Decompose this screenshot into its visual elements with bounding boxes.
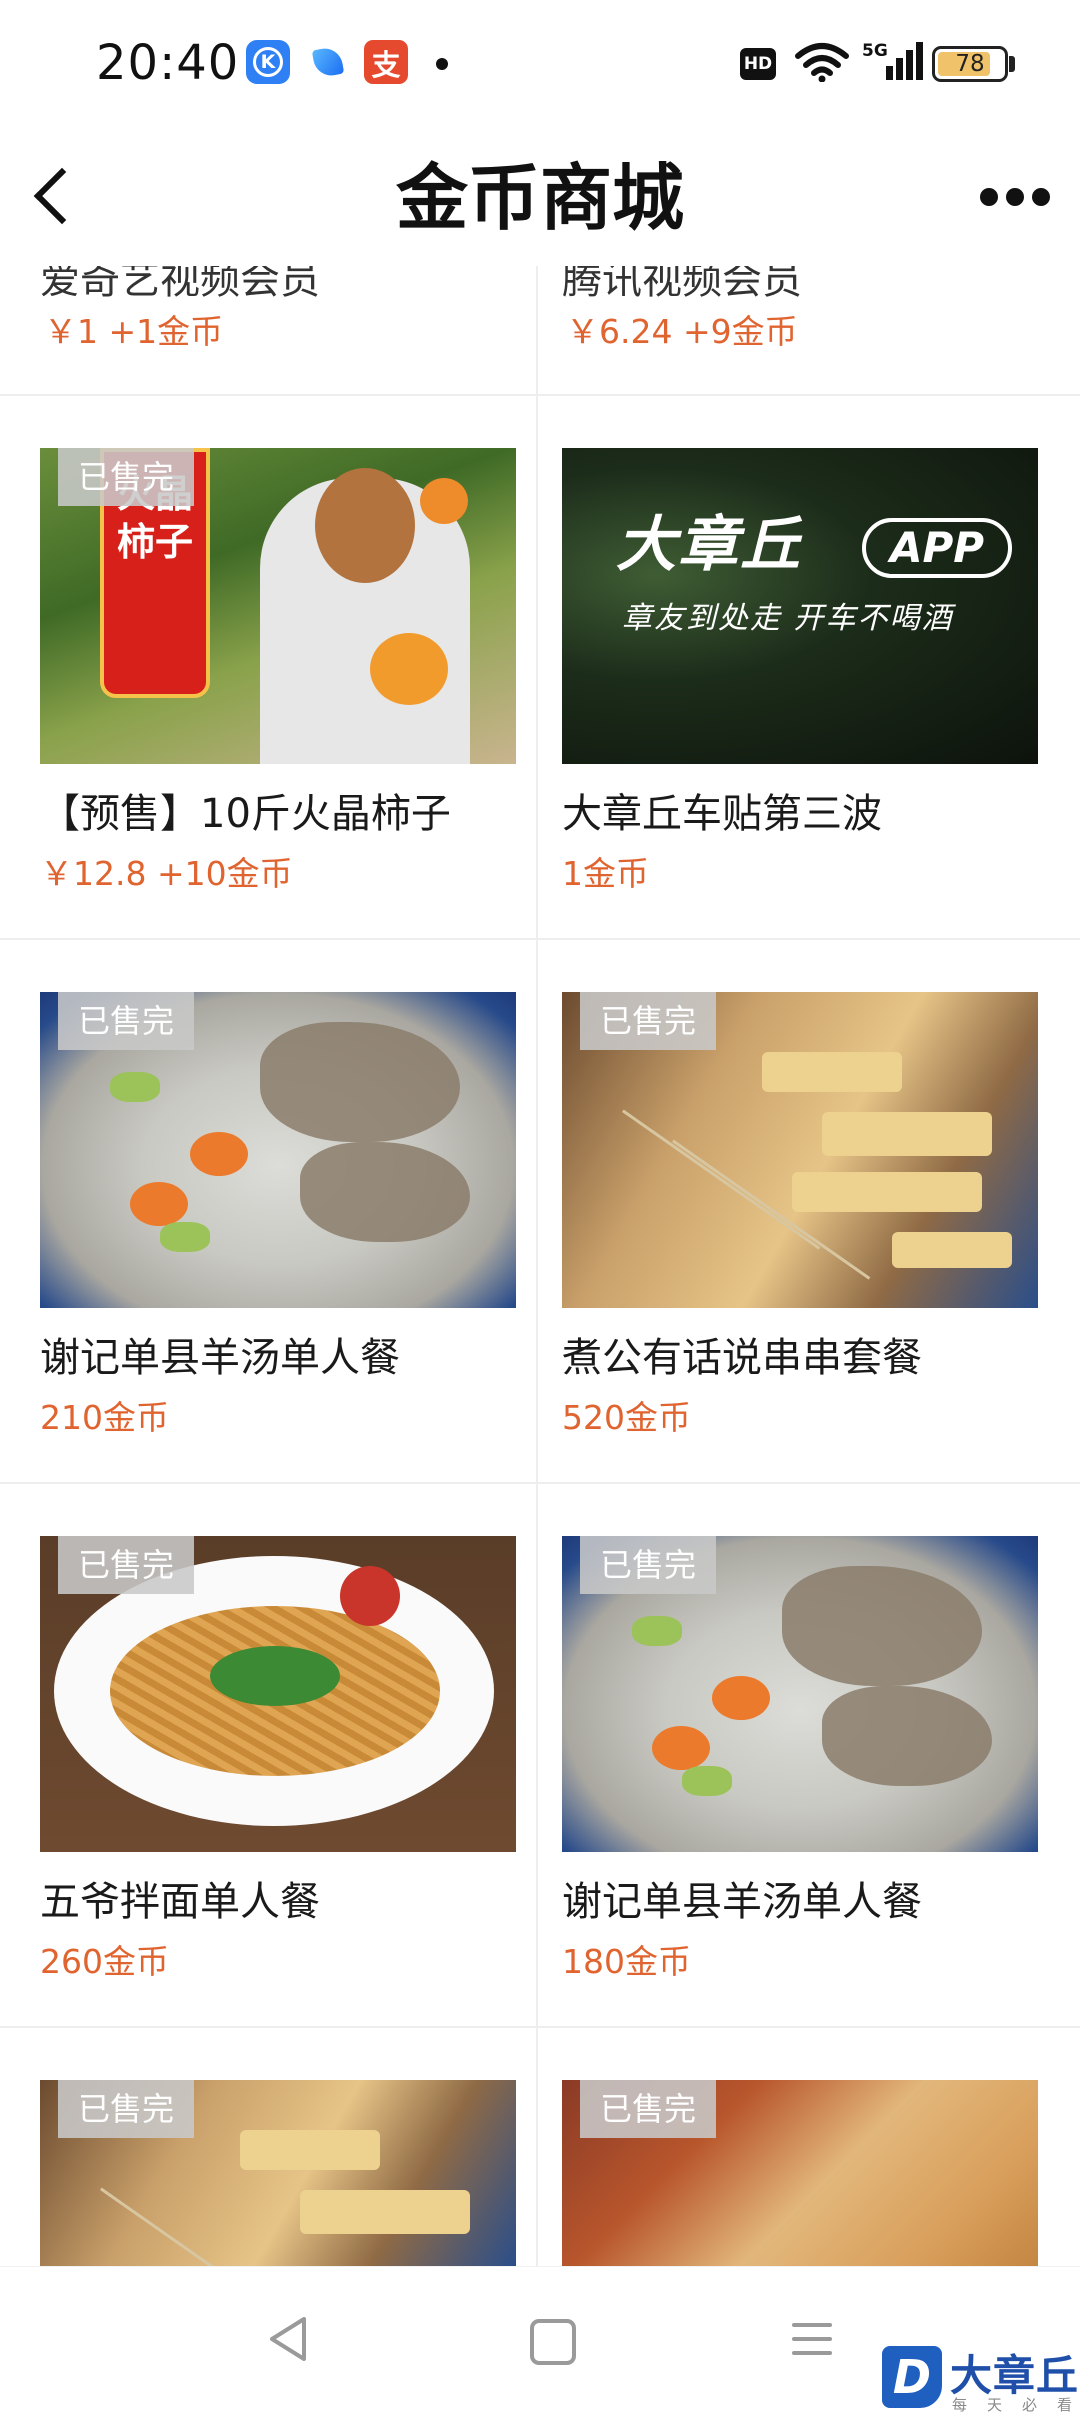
product-image[interactable]: 已售完: [562, 992, 1038, 1308]
feather-app-icon: [306, 40, 350, 84]
product-title: 谢记单县羊汤单人餐: [40, 1335, 400, 1381]
car-logo-app: APP: [862, 518, 1012, 578]
home-square-icon[interactable]: [520, 2309, 580, 2369]
product-card[interactable]: 大章丘 APP 章友到处走 开车不喝酒 大章丘车贴第三波 1金币: [522, 448, 1058, 893]
row-divider: [0, 2026, 1080, 2028]
row-divider: [0, 394, 1080, 396]
signal-5g-icon: 5G: [862, 41, 923, 80]
product-card[interactable]: 已售完 谢记单县羊汤单人餐 180金币: [522, 1536, 1058, 1981]
product-title: 腾讯视频会员: [562, 266, 802, 303]
product-title: 煮公有话说串串套餐: [562, 1335, 922, 1381]
page: 20:40 K 支 HD 5G 78 金币商城 爱奇艺视频会员 ￥1 +1金币 …: [0, 0, 1080, 2414]
product-grid: 爱奇艺视频会员 ￥1 +1金币 腾讯视频会员 ￥6.24 +9金币 火晶柿子 已…: [0, 266, 1080, 2266]
status-time: 20:40: [96, 35, 240, 91]
battery-level: 78: [955, 51, 985, 77]
nav-bar: 金币商城: [0, 126, 1080, 266]
k-glyph: K: [253, 47, 283, 77]
row-divider: [0, 938, 1080, 940]
status-bar: 20:40 K 支 HD 5G 78: [0, 0, 1080, 126]
back-arrow-icon[interactable]: [18, 152, 98, 232]
product-title: 谢记单县羊汤单人餐: [562, 1879, 922, 1925]
car-slogan: 章友到处走 开车不喝酒: [622, 601, 954, 636]
product-card[interactable]: 已售完: [0, 2080, 536, 2266]
product-title: 大章丘车贴第三波: [562, 791, 882, 837]
hd-icon: HD: [740, 48, 776, 80]
product-price: 260金币: [40, 1942, 169, 1981]
product-card[interactable]: 已售完 五爷拌面单人餐 260金币: [0, 1536, 536, 1981]
page-title: 金币商城: [395, 156, 684, 240]
product-title: 【预售】10斤火晶柿子: [40, 791, 451, 837]
sold-out-badge: 已售完: [58, 1536, 195, 1594]
battery-icon: 78: [932, 46, 1008, 82]
k-app-icon: K: [246, 40, 290, 84]
product-card[interactable]: 腾讯视频会员 ￥6.24 +9金币: [538, 266, 1074, 394]
watermark-mark: D: [882, 2346, 942, 2408]
back-triangle-icon[interactable]: [258, 2309, 318, 2369]
product-card[interactable]: 爱奇艺视频会员 ￥1 +1金币: [0, 266, 536, 394]
product-card[interactable]: 已售完: [522, 2080, 1058, 2266]
product-title: 爱奇艺视频会员: [40, 266, 320, 303]
more-dots-icon[interactable]: [965, 164, 1065, 220]
product-image[interactable]: 已售完: [40, 992, 516, 1308]
network-label: 5G: [862, 41, 888, 61]
notification-dot-icon: [436, 58, 448, 70]
product-image[interactable]: 已售完: [562, 2080, 1038, 2266]
sold-out-badge: 已售完: [58, 2080, 195, 2138]
product-price: 180金币: [562, 1942, 691, 1981]
product-image[interactable]: 已售完: [40, 1536, 516, 1852]
product-card[interactable]: 火晶柿子 已售完 【预售】10斤火晶柿子 ￥12.8 +10金币: [0, 448, 536, 893]
alipay-glyph: 支: [371, 48, 401, 82]
product-price: ￥1 +1金币: [44, 312, 224, 351]
sold-out-badge: 已售完: [58, 448, 195, 506]
sold-out-badge: 已售完: [580, 992, 717, 1050]
product-card[interactable]: 已售完 谢记单县羊汤单人餐 210金币: [0, 992, 536, 1437]
product-price: ￥6.24 +9金币: [566, 312, 798, 351]
menu-lines-icon[interactable]: [780, 2309, 840, 2369]
product-price: 520金币: [562, 1398, 691, 1437]
sold-out-badge: 已售完: [580, 2080, 717, 2138]
product-price: ￥12.8 +10金币: [40, 854, 293, 893]
alipay-icon: 支: [364, 40, 408, 84]
product-price: 210金币: [40, 1398, 169, 1437]
wifi-icon: [795, 43, 849, 82]
sold-out-badge: 已售完: [580, 1536, 717, 1594]
product-image[interactable]: 大章丘 APP 章友到处走 开车不喝酒: [562, 448, 1038, 764]
product-image[interactable]: 火晶柿子 已售完: [40, 448, 516, 764]
watermark-logo: D 大章丘 每天必看: [880, 2346, 1080, 2414]
watermark-subtitle: 每天必看: [952, 2396, 1080, 2414]
product-image[interactable]: 已售完: [562, 1536, 1038, 1852]
product-image[interactable]: 已售完: [40, 2080, 516, 2266]
product-title: 五爷拌面单人餐: [40, 1879, 320, 1925]
product-price: 1金币: [562, 854, 649, 893]
battery-tip: [1009, 56, 1015, 72]
row-divider: [0, 1482, 1080, 1484]
sold-out-badge: 已售完: [58, 992, 195, 1050]
car-logo-text: 大章丘: [616, 510, 802, 580]
product-card[interactable]: 已售完 煮公有话说串串套餐 520金币: [522, 992, 1058, 1437]
